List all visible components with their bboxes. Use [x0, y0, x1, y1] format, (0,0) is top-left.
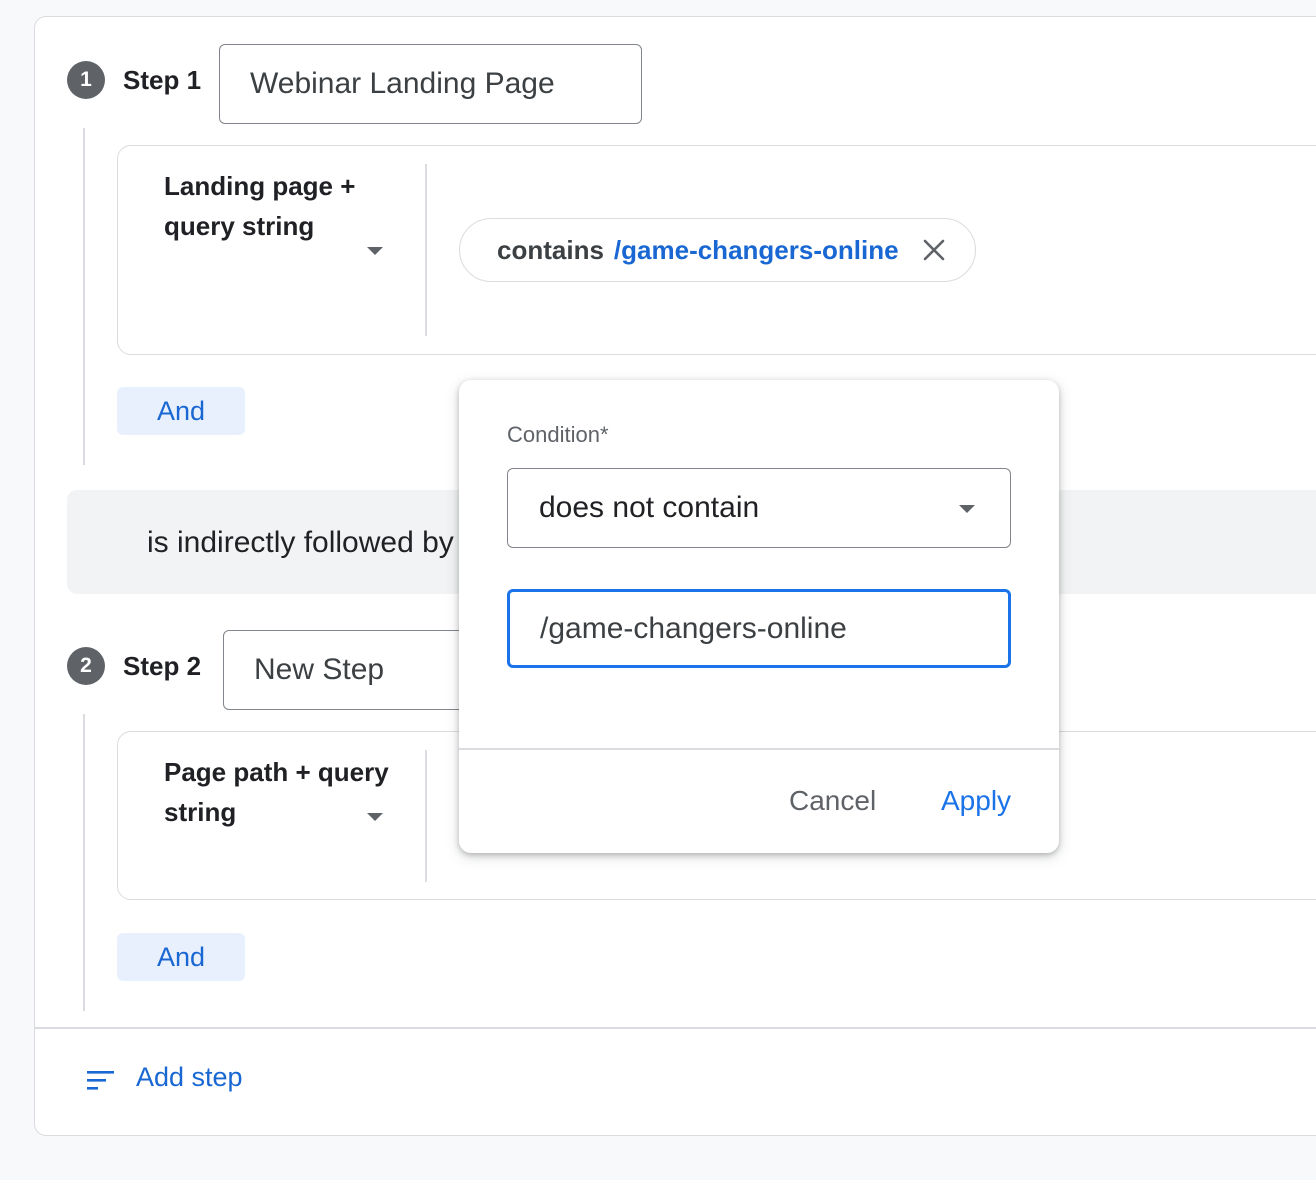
popup-divider [459, 748, 1059, 750]
sort-lines-icon [86, 1067, 116, 1090]
caret-down-icon [367, 247, 383, 255]
cancel-button[interactable]: Cancel [789, 785, 876, 817]
chip-value: /game-changers-online [613, 234, 899, 265]
step-relation-label: is indirectly followed by [147, 526, 454, 559]
condition-value-input[interactable]: /game-changers-online [507, 589, 1011, 668]
step-2-dimension-select[interactable]: Page path + query string [164, 752, 394, 832]
condition-field-label: Condition* [507, 422, 609, 447]
condition-value-text: /game-changers-online [540, 611, 847, 645]
condition-operator-select[interactable]: does not contain [507, 468, 1011, 548]
step-1-condition-chip[interactable]: contains /game-changers-online [459, 218, 976, 282]
step-1-connector-line [83, 128, 85, 465]
add-step-button[interactable]: Add step [86, 1062, 243, 1093]
step-2-dimension-label: Page path + query string [164, 757, 389, 827]
step-1-and-button[interactable]: And [117, 387, 245, 435]
close-icon[interactable] [921, 237, 947, 263]
condition-divider [425, 164, 427, 336]
caret-down-icon [367, 813, 383, 821]
caret-down-icon [959, 505, 975, 513]
condition-operator-value: does not contain [539, 491, 760, 524]
add-step-label: Add step [136, 1062, 243, 1092]
step-2-number-badge: 2 [67, 647, 105, 685]
step-2-name-value: New Step [254, 653, 385, 686]
step-1-label: Step 1 [123, 65, 202, 95]
apply-button[interactable]: Apply [941, 785, 1011, 817]
condition-editor-popup: Condition* does not contain /game-change… [459, 380, 1059, 853]
chip-operator: contains [497, 234, 604, 265]
step-1-number-badge: 1 [67, 61, 105, 99]
step-1-dimension-select[interactable]: Landing page + query string [164, 166, 394, 246]
footer-divider [34, 1027, 1316, 1029]
step-1-dimension-label: Landing page + query string [164, 171, 356, 241]
condition-divider [425, 750, 427, 882]
step-2-label: Step 2 [123, 651, 202, 681]
step-1-name-value: Webinar Landing Page [250, 67, 555, 100]
step-2-and-button[interactable]: And [117, 933, 245, 981]
step-2-connector-line [83, 714, 85, 1011]
step-1-condition-group: Landing page + query string contains /ga… [117, 145, 1316, 355]
step-1-name-input[interactable]: Webinar Landing Page [219, 44, 642, 124]
